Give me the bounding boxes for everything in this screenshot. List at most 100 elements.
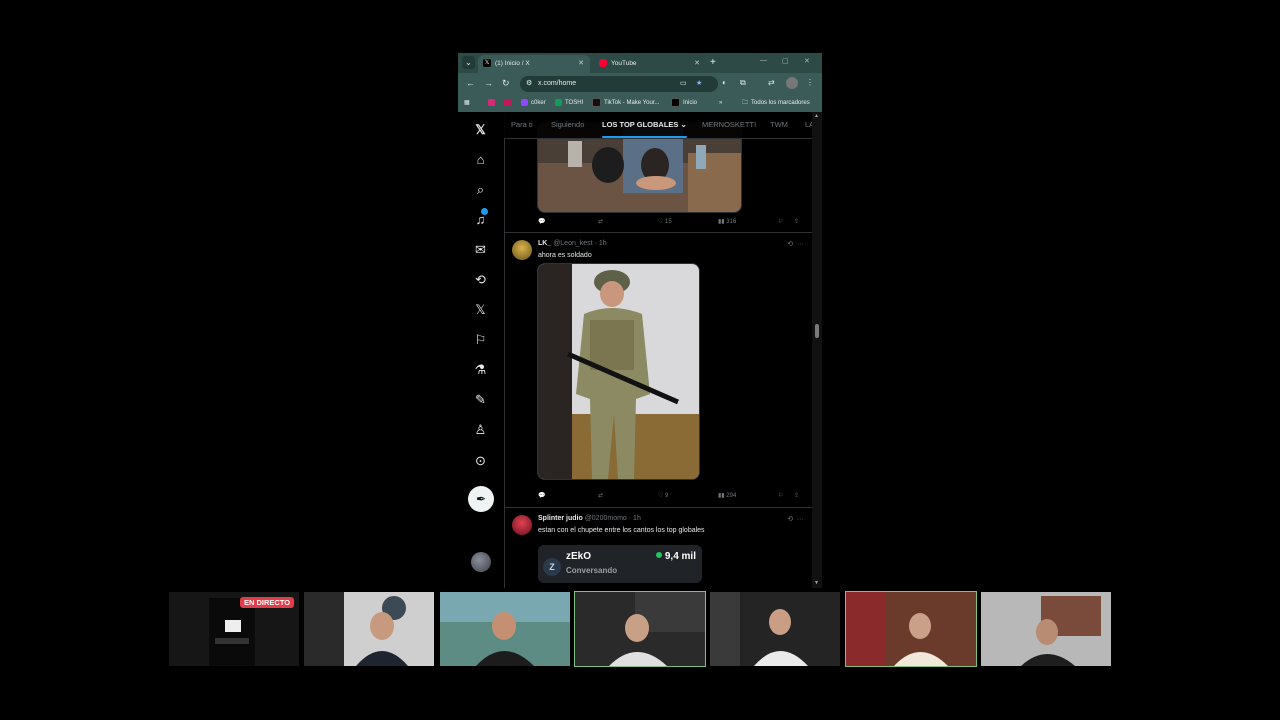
views-count[interactable]: ▮▮ 316	[718, 218, 736, 225]
scroll-down-icon[interactable]: ▼	[814, 580, 819, 586]
close-icon[interactable]: ✕	[694, 55, 700, 73]
stream-tile-cam-2[interactable]	[440, 592, 570, 666]
retweet-icon[interactable]: ⇄	[598, 492, 603, 499]
share-icon[interactable]: ⇪	[794, 218, 799, 225]
browser-tab-x[interactable]: 𝕏 (1) Inicio / X ✕	[478, 55, 590, 73]
author-handle[interactable]: @0200momo	[585, 515, 627, 522]
reload-icon[interactable]: ↻	[502, 78, 510, 89]
jobs-icon[interactable]: ⚗	[473, 362, 488, 377]
all-bookmarks-folder[interactable]: 🗀 Todos los marcadores	[742, 95, 810, 112]
more-icon[interactable]: ···	[797, 516, 804, 523]
home-icon[interactable]: ⌂	[473, 152, 488, 167]
grok-icon[interactable]: ⟲	[787, 516, 793, 523]
author-name[interactable]: LK_	[538, 240, 551, 247]
bookmark-star-icon[interactable]: ★	[696, 79, 702, 87]
extensions-icon[interactable]: ⧉	[740, 78, 746, 88]
site-info-icon[interactable]: ⚙	[526, 79, 532, 87]
back-icon[interactable]: ←	[466, 78, 475, 88]
views-count[interactable]: ▮▮ 294	[718, 492, 736, 499]
bookmark-red-icon[interactable]	[504, 95, 514, 112]
stream-tile-cam-4[interactable]	[710, 592, 840, 666]
more-circle-icon[interactable]: ⊙	[473, 453, 488, 468]
post-header: Splinter judio @0200momo · 1h	[538, 515, 641, 522]
retweet-icon[interactable]: ⇄	[598, 218, 603, 225]
menu-kebab-icon[interactable]: ⋮	[806, 78, 814, 87]
grok-icon[interactable]: ⟲	[473, 272, 488, 287]
post-text: estan con el chupete entre los cantos lo…	[538, 527, 705, 534]
messages-mail-icon[interactable]: ✉	[473, 242, 488, 257]
avatar[interactable]	[512, 240, 532, 260]
forward-icon[interactable]: →	[484, 78, 493, 88]
account-avatar[interactable]	[471, 552, 491, 572]
card-status: Conversando	[566, 566, 618, 575]
scroll-up-icon[interactable]: ▲	[814, 113, 819, 119]
bookmark-icon[interactable]: ⚐	[778, 492, 783, 499]
bookmark-icon[interactable]: ⚐	[778, 218, 783, 225]
search-icon[interactable]: ⌕	[473, 182, 488, 197]
scrollbar[interactable]: ▲ ▼	[812, 112, 822, 588]
tab-search-icon[interactable]: ⌄	[462, 56, 475, 69]
like-button[interactable]: ♡ 15	[658, 218, 672, 225]
more-bookmarks-icon[interactable]: »	[719, 95, 722, 112]
stream-tile-cam-6[interactable]	[981, 592, 1111, 666]
profile-avatar[interactable]	[786, 77, 798, 89]
tab-la[interactable]: LA	[805, 112, 812, 138]
new-tab-button[interactable]: +	[710, 55, 716, 71]
stream-tile-cam-3[interactable]	[574, 591, 706, 667]
bookmark-inicio[interactable]: Inicio	[671, 95, 697, 112]
grok-icon[interactable]: ⟲	[787, 241, 793, 248]
share-icon[interactable]: ⇪	[794, 492, 799, 499]
post-text: ahora es soldado	[538, 252, 592, 259]
webcam-thumbnail	[981, 592, 1111, 666]
instagram-icon[interactable]	[488, 95, 498, 112]
more-icon[interactable]: ···	[797, 241, 804, 248]
timeline: Para ti Siguiendo LOS TOP GLOBALES ⌄ MER…	[504, 112, 812, 588]
close-icon[interactable]: ✕	[578, 55, 584, 73]
reply-icon[interactable]: 💬	[538, 492, 545, 499]
compose-post-button[interactable]: ✒	[468, 486, 494, 512]
browser-window: ⌄ 𝕏 (1) Inicio / X ✕ YouTube ✕ + — ▢ ✕ ← …	[458, 53, 822, 588]
apps-grid-icon[interactable]: ▦	[464, 95, 470, 112]
post-time[interactable]: · 1h	[595, 240, 607, 247]
communities-icon[interactable]: ✎	[473, 392, 488, 407]
maximize-icon[interactable]: ▢	[782, 57, 789, 65]
premium-x-icon[interactable]: 𝕏	[473, 302, 488, 317]
address-bar[interactable]: ⚙ x.com/home ▭ ★	[520, 76, 718, 92]
x-logo-icon[interactable]: 𝕏	[473, 122, 488, 137]
tab-siguiendo[interactable]: Siguiendo	[551, 112, 584, 138]
tab-strip: ⌄ 𝕏 (1) Inicio / X ✕ YouTube ✕ + — ▢ ✕	[458, 53, 822, 73]
browser-tab-youtube[interactable]: YouTube ✕	[594, 55, 706, 73]
tab-twm[interactable]: TWM	[770, 112, 788, 138]
bookmark-tiktok[interactable]: TikTok - Make Your...	[592, 95, 659, 112]
x-icon: 𝕏	[483, 59, 491, 68]
post-time[interactable]: · 1h	[629, 515, 641, 522]
profile-icon[interactable]: ♙	[473, 422, 488, 437]
bookmark-c0ker[interactable]: c0ker	[521, 95, 546, 112]
bookmark-toshi[interactable]: TOSHI	[555, 95, 583, 112]
stream-card[interactable]: Z zEkO Conversando 9,4 mil	[538, 545, 702, 583]
like-button[interactable]: ♡ 9	[658, 492, 668, 499]
author-name[interactable]: Splinter judio	[538, 515, 583, 522]
bookmarks-icon[interactable]: ⚐	[473, 332, 488, 347]
stream-tile-cam-5[interactable]	[845, 591, 977, 667]
reply-icon[interactable]: 💬	[538, 218, 545, 225]
shield-extension-icon[interactable]: ◐	[722, 78, 727, 87]
live-badge: EN DIRECTO	[240, 597, 294, 608]
install-icon[interactable]: ▭	[680, 79, 687, 87]
notification-badge	[481, 208, 488, 215]
soldier-photo	[538, 264, 699, 479]
translate-icon[interactable]: ⇄	[768, 78, 775, 87]
stream-tile-cam-1[interactable]	[304, 592, 434, 666]
tab-mernosketti[interactable]: MERNOSKETTI	[702, 112, 756, 138]
author-handle[interactable]: @Leon_kest	[553, 240, 592, 247]
tab-los-top-globales[interactable]: LOS TOP GLOBALES ⌄	[602, 112, 687, 138]
tab-para-ti[interactable]: Para ti	[511, 112, 533, 138]
minimize-icon[interactable]: —	[760, 57, 767, 64]
post-divider	[504, 232, 812, 233]
post-image-soldier[interactable]	[537, 263, 700, 480]
scroll-thumb[interactable]	[815, 324, 819, 338]
card-name: zEkO	[566, 551, 592, 562]
window-close-icon[interactable]: ✕	[804, 57, 810, 65]
avatar[interactable]	[512, 515, 532, 535]
tab-title: YouTube	[611, 60, 637, 67]
